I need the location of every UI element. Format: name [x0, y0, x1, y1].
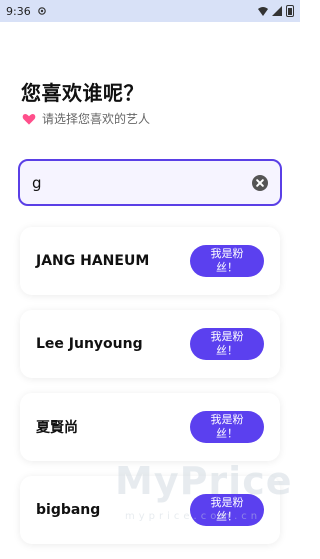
wifi-icon: [258, 7, 268, 16]
artist-card[interactable]: 夏賢尚 我是粉丝！: [20, 393, 280, 461]
fan-button[interactable]: 我是粉丝！: [190, 494, 264, 526]
app-content: 您喜欢谁呢？ 请选择您喜欢的艺人 JANG HANEUM 我是粉丝！ Lee J…: [0, 22, 300, 544]
status-time: 9:36: [6, 4, 31, 18]
fan-button[interactable]: 我是粉丝！: [190, 328, 264, 360]
battery-icon: [286, 5, 294, 17]
status-bar: 9:36: [0, 0, 300, 22]
fan-button[interactable]: 我是粉丝！: [190, 411, 264, 443]
artist-name: 夏賢尚: [36, 420, 78, 436]
heart-icon: [22, 113, 36, 125]
page-title: 您喜欢谁呢？: [21, 81, 144, 105]
search-box[interactable]: [18, 159, 282, 206]
artist-card[interactable]: Lee Junyoung 我是粉丝！: [20, 310, 280, 378]
fan-button[interactable]: 我是粉丝！: [190, 245, 264, 277]
subtitle-text: 请选择您喜欢的艺人: [42, 112, 151, 126]
page-subtitle: 请选择您喜欢的艺人: [22, 110, 150, 127]
artist-name: JANG HANEUM: [36, 253, 150, 269]
settings-icon: [37, 7, 46, 15]
artist-card[interactable]: bigbang 我是粉丝！: [20, 476, 280, 544]
artist-card[interactable]: JANG HANEUM 我是粉丝！: [20, 227, 280, 295]
search-input[interactable]: [32, 173, 244, 192]
signal-icon: [272, 6, 282, 16]
artist-list: JANG HANEUM 我是粉丝！ Lee Junyoung 我是粉丝！ 夏賢尚…: [20, 227, 280, 559]
artist-name: Lee Junyoung: [36, 336, 143, 352]
clear-icon[interactable]: [252, 174, 268, 191]
artist-name: bigbang: [36, 502, 101, 518]
